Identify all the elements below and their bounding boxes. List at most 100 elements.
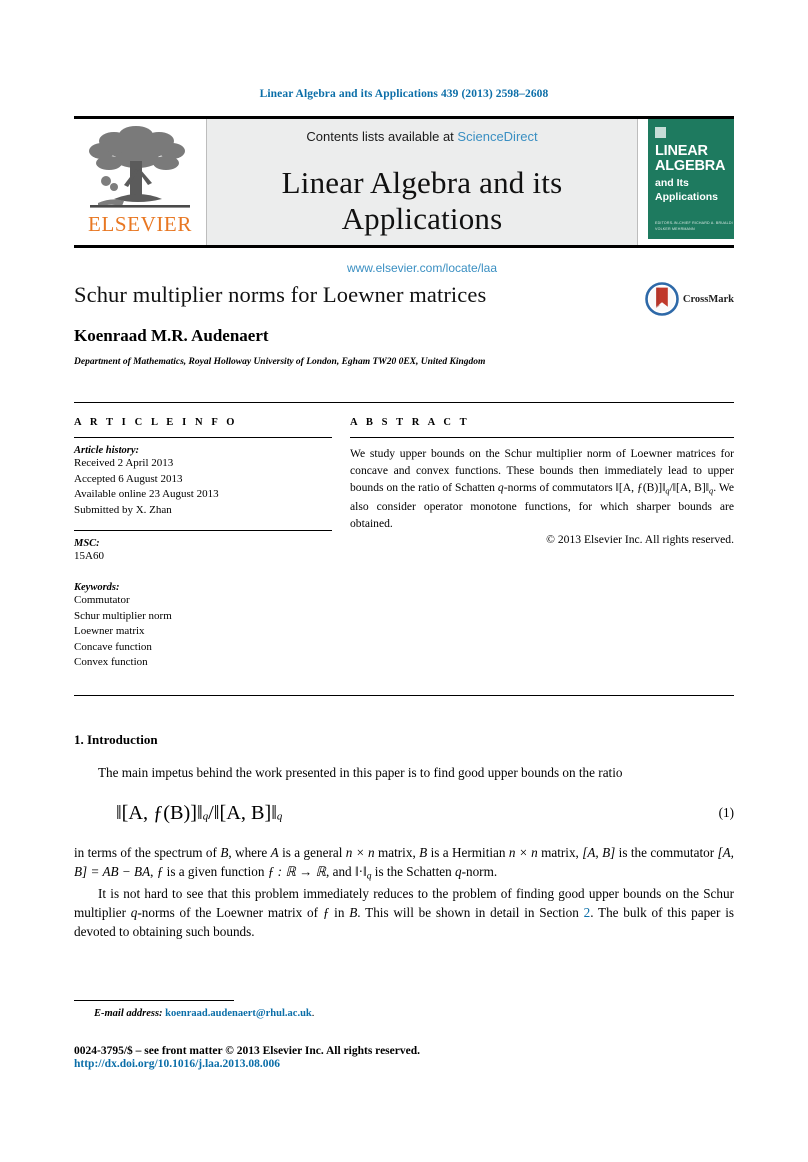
email-label: E-mail address:: [94, 1008, 163, 1019]
section-heading-introduction: 1. Introduction: [74, 732, 158, 748]
p2-math-norm: ‖·‖: [354, 864, 367, 880]
p2-math-q2: q: [455, 864, 462, 880]
p2-k: is the Schatten: [371, 864, 455, 880]
email-address-link[interactable]: koenraad.audenaert@rhul.ac.uk: [165, 1008, 312, 1019]
email-footnote: E-mail address: koenraad.audenaert@rhul.…: [74, 1008, 734, 1019]
keywords-block: Keywords: Commutator Schur multiplier no…: [74, 582, 332, 671]
p2-math-n2: n × n: [508, 845, 538, 861]
crossmark-label: CrossMark: [682, 293, 734, 305]
elsevier-wordmark: ELSEVIER: [88, 212, 192, 236]
p2-math-fmap: ƒ : ℝ → ℝ: [267, 864, 326, 880]
journal-title: Linear Algebra and its Applications: [281, 165, 563, 236]
contents-available-line: Contents lists available at ScienceDirec…: [207, 129, 637, 144]
title-block: Schur multiplier norms for Loewner matri…: [74, 282, 734, 378]
abstract-part-3: /‖[A, B]‖: [669, 481, 710, 495]
doi-link[interactable]: http://dx.doi.org/10.1016/j.laa.2013.08.…: [74, 1058, 734, 1070]
abstract-rule: [350, 437, 734, 438]
p2-h: ,: [150, 864, 157, 880]
column-gap: [332, 417, 350, 673]
abstract-column: A B S T R A C T We study upper bounds on…: [350, 417, 734, 673]
page-content: Linear Algebra and its Applications 439 …: [74, 0, 734, 941]
author-affiliation: Department of Mathematics, Royal Hollowa…: [74, 357, 486, 367]
sciencedirect-link[interactable]: ScienceDirect: [457, 129, 537, 144]
p3-d: . This will be shown in detail in Sectio…: [357, 905, 584, 921]
article-history-label: Article history:: [74, 445, 140, 456]
page-footer: E-mail address: koenraad.audenaert@rhul.…: [74, 1000, 734, 1070]
eq-lhs: ‖[A, ƒ(B)]‖: [116, 802, 203, 825]
journal-cover-cell: LINEAR ALGEBRA and Its Applications EDIT…: [638, 119, 734, 245]
p2-e: is a Hermitian: [427, 845, 509, 861]
p3-b: -norms of the Loewner matrix of: [137, 905, 323, 921]
author-name: Koenraad M.R. Audenaert: [74, 326, 269, 345]
p2-g: is the commutator: [615, 845, 718, 861]
p2-math-n1: n × n: [345, 845, 375, 861]
intro-paragraph-3: It is not hard to see that this problem …: [74, 884, 734, 941]
masthead-bottom-rule: [74, 245, 734, 248]
msc-block: MSC: 15A60: [74, 538, 332, 565]
keyword-item: Concave function: [74, 640, 152, 653]
abstract-heading: A B S T R A C T: [350, 417, 470, 428]
eq-rhs: ‖[A, B]‖: [213, 802, 277, 825]
cover-line-4: Applications: [655, 191, 719, 204]
journal-homepage-link[interactable]: www.elsevier.com/locate/laa: [207, 261, 637, 275]
elsevier-tree-mark-icon: [655, 127, 666, 138]
p2-i: is a given function: [163, 864, 268, 880]
cover-line-3: and Its: [655, 176, 689, 189]
journal-masthead: ELSEVIER Contents lists available at Sci…: [74, 116, 734, 275]
keyword-item: Convex function: [74, 656, 148, 669]
intro-paragraph-1: The main impetus behind the work present…: [98, 765, 623, 781]
intro-paragraph-2: in terms of the spectrum of B , where A i…: [74, 843, 734, 884]
cover-line-2: ALGEBRA: [655, 158, 726, 175]
p2-l: -norm.: [461, 864, 498, 880]
article-info-heading: A R T I C L E I N F O: [74, 417, 238, 428]
p2-math-B2: B: [419, 845, 428, 861]
running-head: Linear Algebra and its Applications 439 …: [259, 88, 549, 100]
contents-prefix: Contents lists available at: [306, 129, 454, 144]
info-abstract-region: A R T I C L E I N F O Article history: R…: [74, 402, 734, 673]
elsevier-logo: ELSEVIER: [74, 119, 206, 245]
p2-a: in terms of the spectrum of: [74, 845, 221, 861]
crossmark-icon: [645, 282, 679, 316]
eq-sub-2: q: [276, 810, 283, 823]
history-item: Received 2 April 2013: [74, 457, 174, 469]
cover-footnote: EDITORS-IN-CHIEF RICHARD A. BRUALDI VOLK…: [655, 221, 733, 231]
history-item: Accepted 6 August 2013: [74, 472, 183, 485]
article-info-column: A R T I C L E I N F O Article history: R…: [74, 417, 332, 673]
keyword-item: Commutator: [74, 594, 130, 607]
journal-cover-thumbnail[interactable]: LINEAR ALGEBRA and Its Applications EDIT…: [648, 119, 734, 239]
article-history-block: Article history: Received 2 April 2013 A…: [74, 445, 332, 518]
masthead-center: Contents lists available at ScienceDirec…: [206, 119, 638, 275]
p2-c: is a general: [278, 845, 346, 861]
equation-1: ‖[A, ƒ(B)]‖q/‖[A, B]‖q: [74, 802, 719, 825]
abstract-copyright: © 2013 Elsevier Inc. All rights reserved…: [546, 532, 734, 546]
email-suffix: .: [311, 1008, 315, 1019]
paper-page: Linear Algebra and its Applications 439 …: [0, 0, 808, 1162]
p2-d: matrix,: [374, 845, 420, 861]
equation-number-1: (1): [718, 804, 734, 820]
p2-f: matrix,: [537, 845, 583, 861]
p2-math-A1: A: [270, 845, 279, 861]
msc-divider-rule: [74, 530, 332, 532]
history-item: Available online 23 August 2013: [74, 488, 219, 501]
keyword-item: Loewner matrix: [74, 625, 145, 638]
page-title: Schur multiplier norms for Loewner matri…: [74, 282, 487, 307]
cover-line-1: LINEAR: [655, 143, 708, 159]
abstract-part-2: -norms of commutators ‖[A, ƒ(B)]‖: [503, 481, 666, 495]
p2-j: , and: [326, 864, 355, 880]
equation-row-1: ‖[A, ƒ(B)]‖q/‖[A, B]‖q (1): [74, 802, 734, 825]
crossmark-badge[interactable]: CrossMark: [645, 282, 734, 316]
body-top-rule: [74, 695, 734, 697]
msc-value: 15A60: [74, 550, 104, 563]
keywords-label: Keywords:: [74, 582, 120, 594]
p2-b: , where: [228, 845, 271, 861]
keyword-item: Schur multiplier norm: [74, 609, 172, 622]
history-item: Submitted by X. Zhan: [74, 503, 172, 516]
p2-math-AB1: [A, B]: [582, 845, 616, 861]
msc-label: MSC:: [74, 538, 100, 550]
article-info-rule: [74, 437, 332, 438]
elsevier-tree-icon: [89, 126, 190, 208]
footnote-rule: [74, 1000, 234, 1001]
abstract-text: We study upper bounds on the Schur multi…: [350, 445, 734, 532]
p3-c: in: [329, 905, 350, 921]
